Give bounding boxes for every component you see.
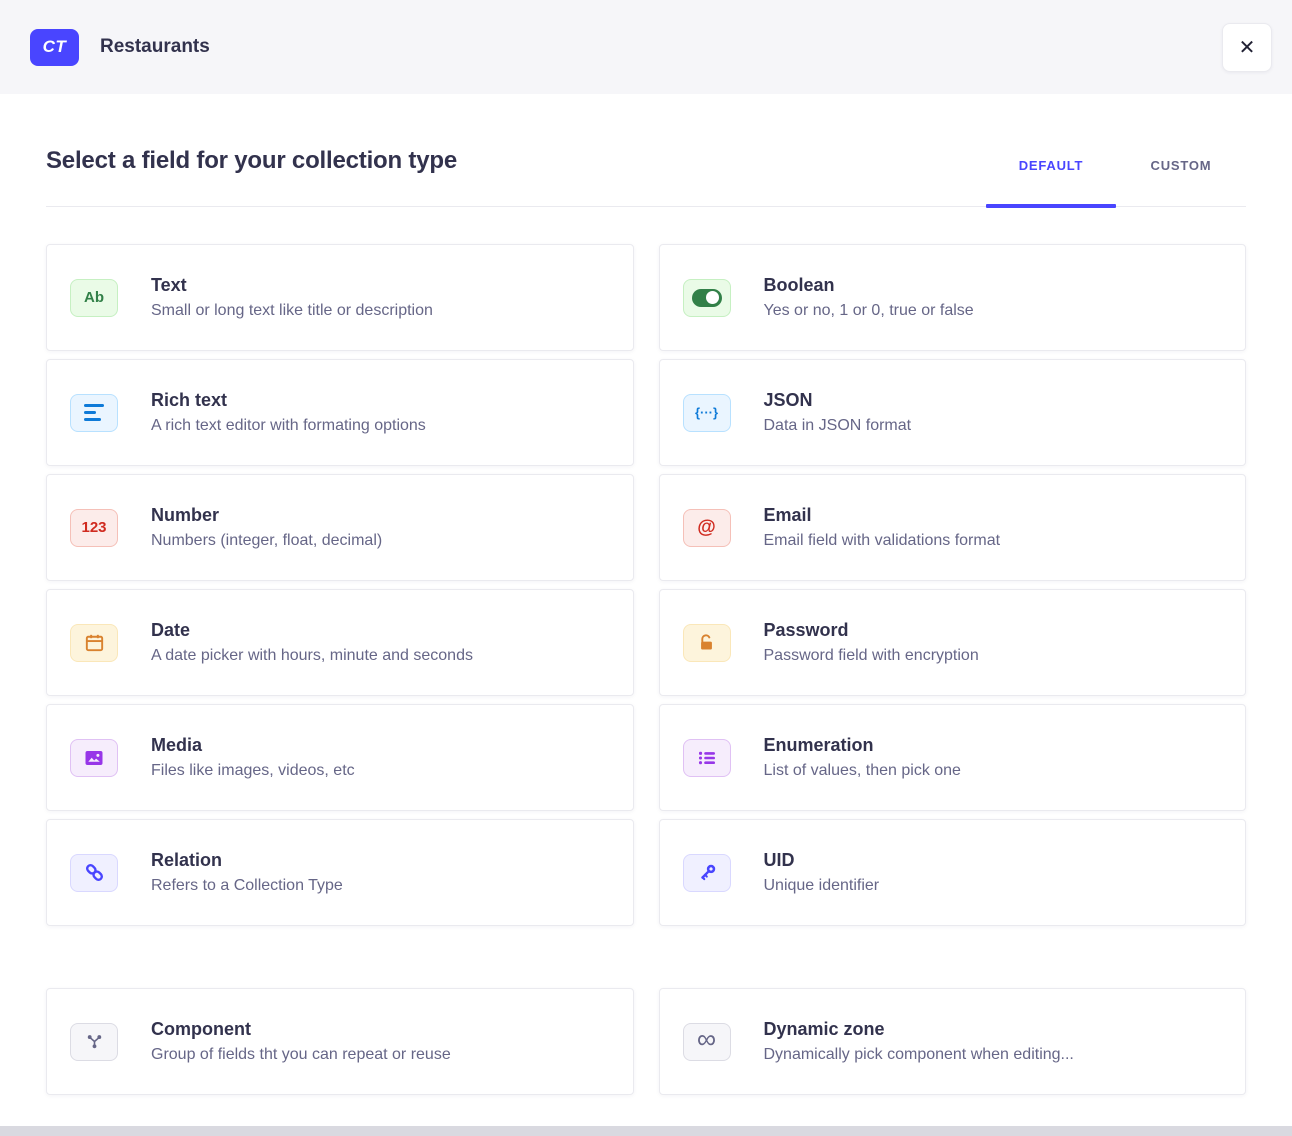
field-cards-grid: Ab Text Small or long text like title or… xyxy=(46,244,1246,926)
field-card-text: Text Small or long text like title or de… xyxy=(151,275,433,320)
media-field-card[interactable]: Media Files like images, videos, etc xyxy=(46,704,634,811)
page-title: Select a field for your collection type xyxy=(46,146,457,206)
field-card-text: Password Password field with encryption xyxy=(764,620,979,665)
field-card-text: Email Email field with validations forma… xyxy=(764,505,1001,550)
boolean-field-card[interactable]: Boolean Yes or no, 1 or 0, true or false xyxy=(659,244,1247,351)
number-field-card[interactable]: 123 Number Numbers (integer, float, deci… xyxy=(46,474,634,581)
field-card-text: Number Numbers (integer, float, decimal) xyxy=(151,505,382,550)
field-card-title: Number xyxy=(151,505,382,526)
field-card-description: Dynamically pick component when editing.… xyxy=(764,1046,1074,1064)
field-card-text: JSON Data in JSON format xyxy=(764,390,912,435)
content-type-title: Restaurants xyxy=(100,36,210,58)
field-card-description: Files like images, videos, etc xyxy=(151,762,355,780)
title-row: Select a field for your collection type … xyxy=(46,146,1246,207)
field-card-text: UID Unique identifier xyxy=(764,850,880,895)
text-icon: Ab xyxy=(70,279,118,317)
uid-icon xyxy=(683,854,731,892)
field-card-description: Yes or no, 1 or 0, true or false xyxy=(764,302,974,320)
field-card-text: Date A date picker with hours, minute an… xyxy=(151,620,473,665)
password-icon xyxy=(683,624,731,662)
json-field-card[interactable]: {···} JSON Data in JSON format xyxy=(659,359,1247,466)
password-field-card[interactable]: Password Password field with encryption xyxy=(659,589,1247,696)
email-field-card[interactable]: @ Email Email field with validations for… xyxy=(659,474,1247,581)
field-card-title: UID xyxy=(764,850,880,871)
field-card-text: Relation Refers to a Collection Type xyxy=(151,850,343,895)
text-field-card[interactable]: Ab Text Small or long text like title or… xyxy=(46,244,634,351)
tab-bar: DEFAULT CUSTOM xyxy=(986,149,1246,206)
field-card-text: Rich text A rich text editor with format… xyxy=(151,390,426,435)
date-field-card[interactable]: Date A date picker with hours, minute an… xyxy=(46,589,634,696)
field-card-title: Component xyxy=(151,1019,451,1040)
field-card-title: Media xyxy=(151,735,355,756)
dynamic-zone-icon: ∞ xyxy=(683,1023,731,1061)
field-card-title: Boolean xyxy=(764,275,974,296)
field-card-text: Dynamic zone Dynamically pick component … xyxy=(764,1019,1074,1064)
field-card-title: Date xyxy=(151,620,473,641)
boolean-toggle-icon xyxy=(683,279,731,317)
field-card-description: Numbers (integer, float, decimal) xyxy=(151,532,382,550)
field-card-description: List of values, then pick one xyxy=(764,762,961,780)
email-icon: @ xyxy=(683,509,731,547)
modal-body: Select a field for your collection type … xyxy=(0,146,1292,1095)
media-icon xyxy=(70,739,118,777)
rich-text-field-card[interactable]: Rich text A rich text editor with format… xyxy=(46,359,634,466)
close-icon: ✕ xyxy=(1239,35,1256,60)
json-icon: {···} xyxy=(683,394,731,432)
close-button[interactable]: ✕ xyxy=(1222,23,1272,72)
tab-custom[interactable]: CUSTOM xyxy=(1116,149,1246,206)
field-card-description: Password field with encryption xyxy=(764,647,979,665)
component-icon xyxy=(70,1023,118,1061)
enumeration-field-card[interactable]: Enumeration List of values, then pick on… xyxy=(659,704,1247,811)
field-card-text: Media Files like images, videos, etc xyxy=(151,735,355,780)
field-card-title: Enumeration xyxy=(764,735,961,756)
field-card-title: Text xyxy=(151,275,433,296)
field-card-title: Relation xyxy=(151,850,343,871)
relation-icon xyxy=(70,854,118,892)
content-type-badge: CT xyxy=(30,29,79,66)
field-card-description: A date picker with hours, minute and sec… xyxy=(151,647,473,665)
field-card-text: Component Group of fields tht you can re… xyxy=(151,1019,451,1064)
component-field-card[interactable]: Component Group of fields tht you can re… xyxy=(46,988,634,1095)
field-card-description: Small or long text like title or descrip… xyxy=(151,302,433,320)
field-card-title: Dynamic zone xyxy=(764,1019,1074,1040)
field-card-description: Email field with validations format xyxy=(764,532,1001,550)
number-icon: 123 xyxy=(70,509,118,547)
field-card-description: Refers to a Collection Type xyxy=(151,877,343,895)
enumeration-icon xyxy=(683,739,731,777)
modal-header: CT Restaurants ✕ xyxy=(0,0,1292,94)
relation-field-card[interactable]: Relation Refers to a Collection Type xyxy=(46,819,634,926)
field-card-text: Boolean Yes or no, 1 or 0, true or false xyxy=(764,275,974,320)
zone-cards-grid: Component Group of fields tht you can re… xyxy=(46,988,1246,1095)
field-card-description: A rich text editor with formating option… xyxy=(151,417,426,435)
field-card-description: Group of fields tht you can repeat or re… xyxy=(151,1046,451,1064)
uid-field-card[interactable]: UID Unique identifier xyxy=(659,819,1247,926)
tab-default[interactable]: DEFAULT xyxy=(986,149,1116,206)
field-card-text: Enumeration List of values, then pick on… xyxy=(764,735,961,780)
field-card-title: Rich text xyxy=(151,390,426,411)
dynamic-zone-field-card[interactable]: ∞ Dynamic zone Dynamically pick componen… xyxy=(659,988,1247,1095)
field-card-title: Password xyxy=(764,620,979,641)
field-card-title: JSON xyxy=(764,390,912,411)
field-card-description: Unique identifier xyxy=(764,877,880,895)
field-card-title: Email xyxy=(764,505,1001,526)
date-icon xyxy=(70,624,118,662)
footer-bar xyxy=(0,1126,1292,1136)
field-card-description: Data in JSON format xyxy=(764,417,912,435)
richtext-icon xyxy=(70,394,118,432)
